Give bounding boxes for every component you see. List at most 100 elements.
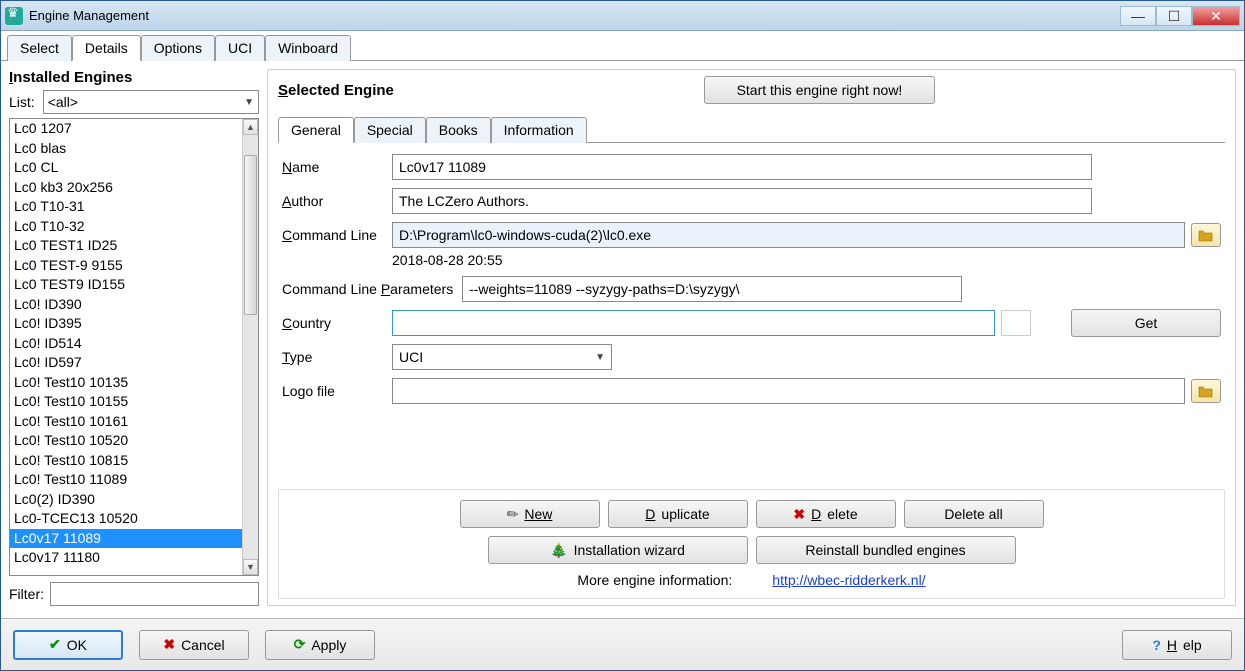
engine-list-item[interactable]: Lc0v17 11180 (10, 548, 242, 568)
duplicate-button[interactable]: Duplicate (608, 500, 748, 528)
engine-list-item[interactable]: Lc0! ID390 (10, 295, 242, 315)
folder-open-icon (1198, 228, 1214, 242)
filter-input[interactable] (50, 582, 259, 606)
engine-listbox: Lc0 1207Lc0 blasLc0 CLLc0 kb3 20x256Lc0 … (9, 118, 259, 576)
engine-list-item[interactable]: Lc0! Test10 10815 (10, 451, 242, 471)
command-line-label: Command Line (282, 227, 392, 243)
window-buttons: — ☐ ✕ (1120, 6, 1240, 26)
engine-list-item[interactable]: Lc0-TCEC13 10520 (10, 509, 242, 529)
engine-list-item[interactable]: Lc0! ID395 (10, 314, 242, 334)
engine-list-item[interactable]: Lc0! ID597 (10, 353, 242, 373)
engine-list-item[interactable]: Lc0 1207 (10, 119, 242, 139)
installation-wizard-button[interactable]: 🎄Installation wizard (488, 536, 748, 564)
more-info-label: More engine information: (577, 572, 732, 588)
folder-open-icon (1198, 384, 1214, 398)
list-dropdown[interactable]: <all> ▼ (43, 90, 259, 114)
country-flag (1001, 310, 1031, 336)
browse-logo-button[interactable] (1191, 379, 1221, 403)
window-title: Engine Management (29, 8, 1120, 23)
inner-tab-general[interactable]: General (278, 117, 354, 143)
engine-list-item[interactable]: Lc0! Test10 10155 (10, 392, 242, 412)
engine-list-item[interactable]: Lc0! Test10 10161 (10, 412, 242, 432)
engine-list-item[interactable]: Lc0! Test10 10135 (10, 373, 242, 393)
type-value: UCI (399, 349, 423, 365)
scroll-thumb[interactable] (244, 155, 257, 315)
engine-list-item[interactable]: Lc0 TEST1 ID25 (10, 236, 242, 256)
country-input[interactable] (392, 310, 995, 336)
help-icon: ? (1152, 637, 1161, 653)
inner-tab-books[interactable]: Books (426, 117, 491, 143)
engine-list-item[interactable]: Lc0 T10-32 (10, 217, 242, 237)
tab-uci[interactable]: UCI (215, 35, 265, 61)
maximize-button[interactable]: ☐ (1156, 6, 1192, 26)
bottom-bar: ✔ OK ✖ Cancel ⟳ Apply ? Help (1, 618, 1244, 670)
start-engine-button[interactable]: Start this engine right now! (704, 76, 936, 104)
engine-list-item[interactable]: Lc0 blas (10, 139, 242, 159)
apply-button[interactable]: ⟳ Apply (265, 630, 375, 660)
more-info-link[interactable]: http://wbec-ridderkerk.nl/ (772, 572, 925, 588)
inner-tab-special[interactable]: Special (354, 117, 426, 143)
ok-button[interactable]: ✔ OK (13, 630, 123, 660)
tab-options[interactable]: Options (141, 35, 215, 61)
name-label: Name (282, 159, 392, 175)
installed-engines-title: Installed Engines (9, 69, 259, 86)
engine-list-item[interactable]: Lc0! Test10 10520 (10, 431, 242, 451)
delete-button[interactable]: ✖ Delete (756, 500, 896, 528)
engine-list-item[interactable]: Lc0! Test10 11089 (10, 470, 242, 490)
x-icon: ✖ (793, 506, 805, 523)
scroll-down-button[interactable]: ▼ (243, 559, 258, 575)
reload-icon: ⟳ (294, 636, 306, 653)
inner-tab-information[interactable]: Information (491, 117, 587, 143)
params-label: Command Line Parameters (282, 281, 462, 297)
engine-list-item[interactable]: Lc0 CL (10, 158, 242, 178)
params-input[interactable] (462, 276, 962, 302)
left-panel: Installed Engines List: <all> ▼ Lc0 1207… (9, 69, 259, 606)
filter-row: Filter: (9, 582, 259, 606)
list-selector-row: List: <all> ▼ (9, 90, 259, 114)
selected-engine-header: Selected Engine Start this engine right … (278, 76, 1225, 104)
command-date: 2018-08-28 20:55 (392, 252, 503, 268)
country-label: Country (282, 315, 392, 331)
browse-command-button[interactable] (1191, 223, 1221, 247)
chevron-down-icon: ▼ (244, 97, 254, 108)
list-label: List: (9, 94, 35, 110)
scroll-up-button[interactable]: ▲ (243, 119, 258, 135)
author-input[interactable] (392, 188, 1092, 214)
type-dropdown[interactable]: UCI ▼ (392, 344, 612, 370)
name-input[interactable] (392, 154, 1092, 180)
right-panel: Selected Engine Start this engine right … (267, 69, 1236, 606)
command-line-input[interactable] (392, 222, 1185, 248)
app-window: Engine Management — ☐ ✕ Select Details O… (0, 0, 1245, 671)
close-button[interactable]: ✕ (1192, 6, 1240, 26)
titlebar: Engine Management — ☐ ✕ (1, 1, 1244, 31)
engine-list-item[interactable]: Lc0 T10-31 (10, 197, 242, 217)
engine-list-item[interactable]: Lc0 TEST9 ID155 (10, 275, 242, 295)
engine-form: Name Author Command Line 2018-08-28 20:5… (278, 143, 1225, 421)
logo-input[interactable] (392, 378, 1185, 404)
list-dropdown-value: <all> (48, 94, 78, 110)
tab-select[interactable]: Select (7, 35, 72, 61)
top-tabstrip: Select Details Options UCI Winboard (1, 31, 1244, 61)
engine-list-item[interactable]: Lc0 TEST-9 9155 (10, 256, 242, 276)
author-label: Author (282, 193, 392, 209)
engine-list-scrollbar[interactable]: ▲ ▼ (242, 119, 258, 575)
engine-list-item[interactable]: Lc0(2) ID390 (10, 490, 242, 510)
engine-list-item[interactable]: Lc0! ID514 (10, 334, 242, 354)
help-button[interactable]: ? Help (1122, 630, 1232, 660)
tab-winboard[interactable]: Winboard (265, 35, 351, 61)
inner-tabstrip: General Special Books Information (278, 116, 1225, 143)
new-button[interactable]: ✎New (460, 500, 600, 528)
pencil-icon: ✎ (503, 504, 523, 525)
delete-all-button[interactable]: Delete all (904, 500, 1044, 528)
minimize-button[interactable]: — (1120, 6, 1156, 26)
engine-list-item[interactable]: Lc0 kb3 20x256 (10, 178, 242, 198)
chevron-down-icon: ▼ (595, 352, 605, 363)
type-label: Type (282, 349, 392, 365)
app-icon (5, 7, 23, 25)
tab-details[interactable]: Details (72, 35, 141, 61)
cancel-button[interactable]: ✖ Cancel (139, 630, 249, 660)
engine-list-item[interactable]: Lc0v17 11089 (10, 529, 242, 549)
reinstall-bundled-button[interactable]: Reinstall bundled engines (756, 536, 1016, 564)
scroll-track[interactable] (243, 135, 258, 559)
get-country-button[interactable]: Get (1071, 309, 1221, 337)
